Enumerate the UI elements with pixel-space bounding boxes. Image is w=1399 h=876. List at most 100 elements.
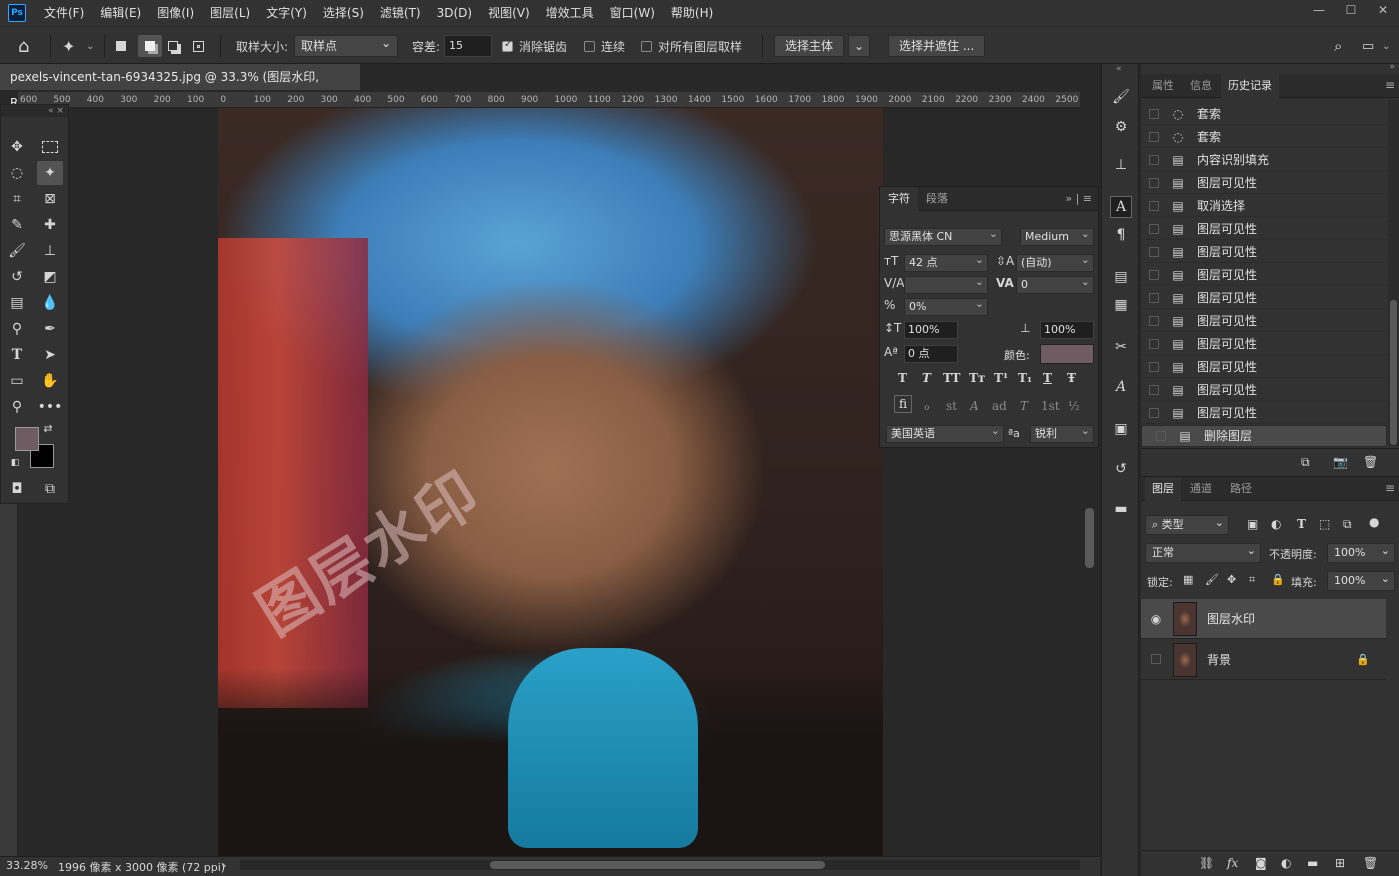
vertical-scroll-thumb[interactable] [1085,508,1094,568]
menu-help[interactable]: 帮助(H) [663,0,721,26]
menu-3d[interactable]: 3D(D) [429,0,480,26]
sample-all-layers-checkbox[interactable]: 对所有图层取样 [641,35,742,57]
subscript-icon[interactable]: T₁ [1018,371,1032,385]
fx-icon[interactable]: fx [1227,856,1238,870]
titling-icon[interactable]: T [1020,399,1028,413]
pen-tool-icon[interactable]: ✒ [37,317,63,341]
libraries-icon[interactable]: ▬ [1110,498,1132,520]
new-selection-icon[interactable] [116,35,126,57]
history-icon[interactable]: ↺ [1110,458,1132,480]
history-item[interactable]: ▤ 图层可见性 [1141,241,1387,263]
language-select[interactable]: 美国英语 [886,423,1004,443]
history-item[interactable]: ▤ 图层可见性 [1141,333,1387,355]
lock-artboard-icon[interactable]: ⌗ [1249,573,1255,587]
history-scroll-thumb[interactable] [1390,300,1397,445]
character-styles-icon[interactable]: ▤ [1110,266,1132,288]
lock-all-icon[interactable]: 🔒 [1271,573,1285,586]
intersect-selection-icon[interactable] [193,35,204,57]
zoom-tool-icon[interactable]: ⚲ [4,395,30,419]
select-subject-dropdown[interactable]: ⌄ [848,35,871,57]
healing-brush-icon[interactable]: ✚ [37,213,63,237]
tab-character[interactable]: 字符 [880,186,918,211]
close-window-button[interactable]: ✕ [1367,0,1399,22]
link-layers-icon[interactable]: ⛓ [1199,856,1214,870]
discretionary-ligatures-icon[interactable]: st [946,399,957,413]
eraser-tool-icon[interactable]: ◩ [37,265,63,289]
blend-mode-select[interactable]: 正常 ⌄ [1145,543,1261,563]
swap-colors-icon[interactable]: ⇄ [41,421,55,435]
tab-paths[interactable]: 路径 [1223,477,1259,501]
fill-input[interactable]: 100% ⌄ [1327,571,1395,591]
filter-type-icon[interactable]: T [1297,517,1306,531]
filter-toggle-icon[interactable]: ● [1369,515,1379,529]
filter-smart-object-icon[interactable]: ⧉ [1343,517,1352,532]
menu-image[interactable]: 图像(I) [149,0,202,26]
glyphs-icon[interactable]: A [1110,376,1132,398]
collapse-panel-icon[interactable]: » [1389,62,1395,72]
eyedropper-tool-icon[interactable]: ✎ [4,213,30,237]
layer-row-background[interactable]: 背景 🔒 [1141,640,1386,680]
path-selection-icon[interactable]: ➤ [37,343,63,367]
tool-presets-icon[interactable]: ✂ [1110,336,1132,358]
brush-tool-icon[interactable]: 🖌 [4,239,30,263]
history-item[interactable]: ◌ 套索 [1141,126,1387,148]
tab-channels[interactable]: 通道 [1183,477,1219,501]
document-image[interactable]: 图层水印 [218,108,883,858]
history-item-current[interactable]: ▤ 删除图层 [1141,425,1387,447]
layers-menu-icon[interactable]: ≡ [1385,481,1395,495]
paragraph-styles-icon[interactable]: ▦ [1110,294,1132,316]
quick-mask-icon[interactable]: ◘ [4,477,30,501]
antialias-checkbox[interactable]: 消除锯齿 [502,35,567,57]
minimize-button[interactable]: — [1303,0,1335,22]
filter-adjustment-icon[interactable]: ◐ [1271,517,1281,531]
crop-tool-icon[interactable]: ⌗ [4,187,30,211]
subtract-selection-icon[interactable] [168,35,178,57]
layer-name[interactable]: 背景 [1207,651,1231,668]
layer-filter-select[interactable]: ⌕ 类型 ⌄ [1145,515,1229,535]
select-and-mask-button[interactable]: 选择并遮住 ... [888,35,986,57]
collapse-strip-icon[interactable]: « [1116,64,1122,74]
more-tools-icon[interactable]: ••• [37,395,63,419]
hand-tool-icon[interactable]: ✋ [37,369,63,393]
filter-shape-icon[interactable]: ⬚ [1319,517,1330,531]
history-item[interactable]: ▤ 图层可见性 [1141,287,1387,309]
chevron-down-icon[interactable]: ⌄ [86,35,94,57]
stylistic-alternates-icon[interactable]: ad [992,399,1007,413]
horizontal-scroll-thumb[interactable] [490,861,825,869]
paragraph-panel-icon[interactable]: ¶ [1110,224,1132,246]
layer-name[interactable]: 图层水印 [1207,610,1255,627]
layer-row-watermark[interactable]: ◉ 图层水印 [1141,599,1386,639]
history-item[interactable]: ◌ 套索 [1141,103,1387,125]
font-size-select[interactable]: 42 点 [904,252,988,272]
lasso-tool-icon[interactable]: ◌ [4,161,30,185]
select-subject-button[interactable]: 选择主体 [774,35,845,57]
antialias-select[interactable]: 锐利 [1030,423,1094,443]
history-item[interactable]: ▤ 图层可见性 [1141,172,1387,194]
history-item[interactable]: ▤ 图层可见性 [1141,356,1387,378]
strikethrough-icon[interactable]: Ŧ [1067,371,1076,385]
foreground-color-swatch[interactable] [15,427,39,451]
rectangle-tool-icon[interactable]: ▭ [4,369,30,393]
history-item[interactable]: ▤ 图层可见性 [1141,218,1387,240]
text-color-swatch[interactable] [1040,344,1094,364]
visibility-toggle[interactable] [1149,653,1163,667]
history-menu-icon[interactable]: ≡ [1385,78,1395,92]
search-icon[interactable]: ⌕ [1334,35,1342,57]
fractions-icon[interactable]: ½ [1068,399,1080,413]
adjustments-icon[interactable]: ⚙ [1110,116,1132,138]
new-snapshot-icon[interactable]: 📷 [1333,455,1348,469]
history-item[interactable]: ▤ 图层可见性 [1141,310,1387,332]
home-icon[interactable]: ⌂ [18,35,29,57]
type-tool-icon[interactable]: T [4,343,30,367]
delete-layer-icon[interactable]: 🗑 [1363,856,1378,870]
gradient-tool-icon[interactable]: ▤ [4,291,30,315]
font-style-select[interactable]: Medium [1020,226,1094,246]
menu-type[interactable]: 文字(Y) [258,0,315,26]
blur-tool-icon[interactable]: 💧 [37,291,63,315]
underline-icon[interactable]: T [1043,371,1052,385]
lock-image-icon[interactable]: 🖌 [1205,573,1219,586]
old-style-icon[interactable]: ℴ [924,399,930,413]
menu-layer[interactable]: 图层(L) [202,0,258,26]
workspace-chevron-icon[interactable]: ⌄ [1382,35,1390,57]
faux-bold-icon[interactable]: T [898,371,907,385]
